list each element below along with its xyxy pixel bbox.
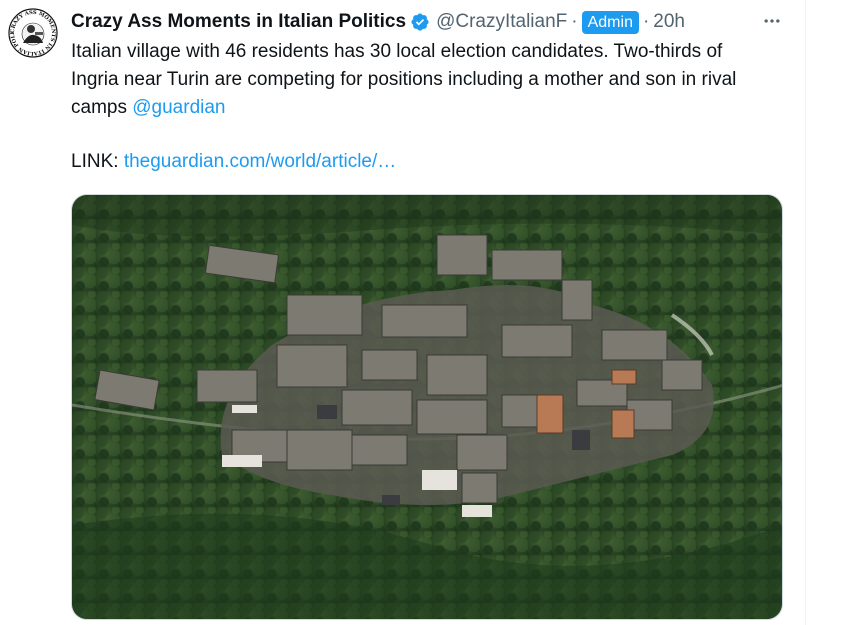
link-prefix: LINK: [71, 151, 124, 172]
display-name[interactable]: Crazy Ass Moments in Italian Politics [71, 11, 406, 33]
separator-dot: · [571, 11, 578, 32]
column-divider [805, 0, 806, 625]
avatar-logo: CRAZY ASS MOMENTS IN ITALIAN POLITICS [8, 8, 58, 58]
article-link[interactable]: theguardian.com/world/article/… [124, 151, 396, 172]
separator-dot-2: · [642, 11, 650, 32]
admin-badge: Admin [581, 10, 639, 34]
aerial-village-photo [72, 195, 782, 619]
link-line: LINK: theguardian.com/world/article/… [71, 148, 396, 176]
tweet[interactable]: CRAZY ASS MOMENTS IN ITALIAN POLITICS Cr… [0, 0, 805, 625]
tweet-text: Italian village with 46 residents has 30… [71, 38, 771, 122]
timestamp[interactable]: 20h [653, 11, 685, 33]
handle[interactable]: @CrazyItalianF [436, 11, 567, 33]
tweet-header: Crazy Ass Moments in Italian Politics @C… [71, 8, 685, 36]
more-options-icon[interactable] [760, 11, 784, 31]
media-image[interactable] [71, 194, 783, 620]
avatar[interactable]: CRAZY ASS MOMENTS IN ITALIAN POLITICS [8, 8, 58, 58]
verified-badge-icon[interactable] [410, 12, 430, 32]
mention-link[interactable]: @guardian [132, 97, 225, 118]
